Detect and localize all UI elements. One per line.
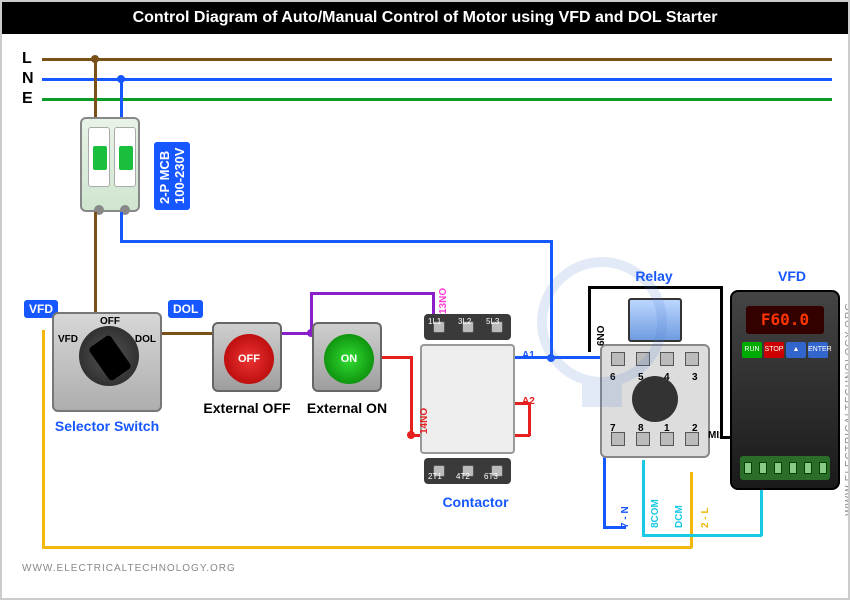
tag-13no: 13NO [438,288,449,314]
wire-red-v1 [410,356,413,436]
node-n [117,75,125,83]
vfd-label: VFD [762,268,822,284]
wire-n-drop [120,78,123,118]
tag-pin7: 7 - N [620,506,631,528]
on-label: External ON [302,400,392,416]
watermark-bulb-icon [502,242,702,442]
label-n: N [22,70,34,88]
wire-l-to-selector [94,212,97,312]
wire-l [42,58,832,61]
vfd-button-row: RUN STOP ▲ ENTER [742,342,828,362]
external-on-button: ON [312,322,382,392]
mcb-2pole [80,117,140,212]
external-off-button: OFF [212,322,282,392]
contactor-body [420,344,515,454]
diagram-canvas: Control Diagram of Auto/Manual Control o… [0,0,850,600]
wire-purple-h2 [310,292,434,295]
wire-e [42,98,832,101]
off-label: External OFF [200,400,294,416]
contactor-label: Contactor [428,494,523,510]
wire-n [42,78,832,81]
term-2t1: 2T1 [428,472,442,481]
vfd-nav-button: ▲ [786,342,806,358]
selector-label: Selector Switch [52,418,162,434]
tag-14no: 14NO [419,408,430,434]
node-l [91,55,99,63]
watermark-side: WWW.ELECTRICALTECHNOLOGY.ORG [844,302,850,516]
term-3l2: 3L2 [458,317,471,326]
wire-dol-to-off [162,332,212,335]
vfd-stop-button: STOP [764,342,784,358]
vfd-enter-button: ENTER [808,342,828,358]
off-button-face: OFF [224,334,274,384]
selector-pos-vfd: VFD [58,334,78,345]
vfd-drive: F60.0 RUN STOP ▲ ENTER [730,290,840,490]
term-6t3: 6T3 [484,472,498,481]
selector-switch: OFF VFD DOL [52,312,162,412]
wire-cyan-8com-v [642,460,645,536]
selector-pos-dol: DOL [135,334,156,345]
tag-dcm: DCM [674,505,685,528]
term-5l3: 5L3 [486,317,499,326]
wire-l-drop [94,58,97,118]
vfd-run-button: RUN [742,342,762,358]
node-red [407,431,415,439]
wire-black-v2 [720,286,723,438]
tag-pin2: 2 - L [700,507,711,528]
mcb-pole-1 [88,127,110,187]
diagram-title: Control Diagram of Auto/Manual Control o… [2,2,848,34]
wire-n-mcb-v [120,212,123,242]
on-button-face: ON [324,334,374,384]
term-4t2: 4T2 [456,472,470,481]
vfd-display: F60.0 [746,306,824,334]
wire-yellow-v [42,330,45,548]
wire-n-mcb-h [120,240,552,243]
term-1l1: 1L1 [428,317,441,326]
wire-cyan-h [642,534,762,537]
selector-tag-dol: DOL [168,300,203,318]
mcb-label: 2-P MCB 100-230V [154,142,190,210]
vfd-terminal-strip [740,456,830,480]
wire-red-h1 [382,356,412,359]
tag-mi1: MI1 [708,430,725,441]
label-l: L [22,50,32,68]
mcb-pole-2 [114,127,136,187]
wire-yellow-h [42,546,692,549]
tag-8com: 8COM [650,499,661,528]
contactor: 1L1 3L2 5L3 2T1 4T2 6T3 [420,314,515,484]
label-e: E [22,90,33,108]
watermark-bottom: WWW.ELECTRICALTECHNOLOGY.ORG [22,563,236,574]
